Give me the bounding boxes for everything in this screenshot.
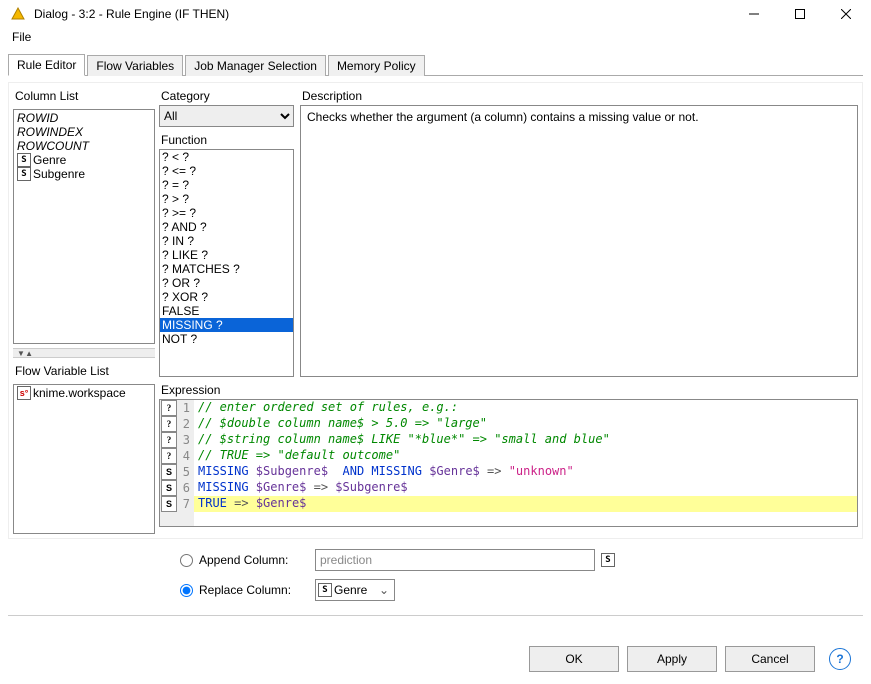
- append-column-radio[interactable]: [180, 554, 193, 567]
- titlebar: Dialog - 3:2 - Rule Engine (IF THEN): [0, 0, 871, 28]
- column-list[interactable]: ROWIDROWINDEXROWCOUNTS GenreS Subgenre: [13, 109, 155, 344]
- code-line[interactable]: MISSING $Subgenre$ AND MISSING $Genre$ =…: [194, 464, 857, 480]
- code-line[interactable]: TRUE => $Genre$: [194, 496, 857, 512]
- line-number: 3: [178, 433, 194, 447]
- list-item[interactable]: ? IN ?: [160, 234, 293, 248]
- list-item[interactable]: ? = ?: [160, 178, 293, 192]
- minimize-button[interactable]: [731, 0, 777, 28]
- button-bar: OK Apply Cancel ?: [0, 646, 871, 672]
- tab-memory-policy[interactable]: Memory Policy: [328, 55, 425, 76]
- replace-column-radio[interactable]: [180, 584, 193, 597]
- string-type-icon: S: [17, 167, 31, 181]
- window-title: Dialog - 3:2 - Rule Engine (IF THEN): [34, 7, 731, 21]
- expression-label: Expression: [159, 381, 858, 399]
- unknown-type-icon: ?: [161, 432, 177, 448]
- description-label: Description: [300, 87, 858, 105]
- tab-flow-variables[interactable]: Flow Variables: [87, 55, 183, 76]
- close-button[interactable]: [823, 0, 869, 28]
- list-item[interactable]: ROWID: [16, 111, 152, 125]
- list-item[interactable]: ? >= ?: [160, 206, 293, 220]
- list-item[interactable]: S Subgenre: [16, 167, 152, 181]
- list-item[interactable]: ? AND ?: [160, 220, 293, 234]
- menu-file[interactable]: File: [6, 28, 37, 46]
- line-number: 2: [178, 417, 194, 431]
- help-icon[interactable]: ?: [829, 648, 851, 670]
- code-line[interactable]: // $double column name$ > 5.0 => "large": [194, 416, 857, 432]
- function-label: Function: [159, 131, 294, 149]
- tab-job-manager-selection[interactable]: Job Manager Selection: [185, 55, 326, 76]
- description-box: Checks whether the argument (a column) c…: [300, 105, 858, 377]
- line-number: 1: [178, 401, 194, 415]
- line-number: 5: [178, 465, 194, 479]
- string-type-icon: S: [17, 153, 31, 167]
- list-item[interactable]: ROWINDEX: [16, 125, 152, 139]
- expression-editor[interactable]: ?1?2?3?4S5S6S7 // enter ordered set of r…: [159, 399, 858, 527]
- list-item[interactable]: ? OR ?: [160, 276, 293, 290]
- list-item[interactable]: ? LIKE ?: [160, 248, 293, 262]
- maximize-button[interactable]: [777, 0, 823, 28]
- ok-button[interactable]: OK: [529, 646, 619, 672]
- flow-variable-list[interactable]: s° knime.workspace: [13, 384, 155, 534]
- list-item[interactable]: FALSE: [160, 304, 293, 318]
- replace-column-label: Replace Column:: [199, 583, 309, 597]
- tab-bar: Rule EditorFlow VariablesJob Manager Sel…: [8, 54, 863, 76]
- code-line[interactable]: // enter ordered set of rules, e.g.:: [194, 400, 857, 416]
- string-type-icon: S: [318, 583, 332, 597]
- list-item[interactable]: NOT ?: [160, 332, 293, 346]
- line-number: 4: [178, 449, 194, 463]
- list-item[interactable]: ? > ?: [160, 192, 293, 206]
- append-column-label: Append Column:: [199, 553, 309, 567]
- cancel-button[interactable]: Cancel: [725, 646, 815, 672]
- list-item[interactable]: ? <= ?: [160, 164, 293, 178]
- replace-column-select[interactable]: S Genre ⌄: [315, 579, 395, 601]
- string-type-icon: S: [161, 496, 177, 512]
- collapse-handle[interactable]: ▼ ▲: [13, 348, 155, 358]
- apply-button[interactable]: Apply: [627, 646, 717, 672]
- code-line[interactable]: MISSING $Genre$ => $Subgenre$: [194, 480, 857, 496]
- string-var-icon: s°: [17, 386, 31, 400]
- chevron-down-icon: ⌄: [376, 583, 392, 597]
- list-item[interactable]: ? MATCHES ?: [160, 262, 293, 276]
- unknown-type-icon: ?: [161, 416, 177, 432]
- unknown-type-icon: ?: [161, 400, 177, 416]
- unknown-type-icon: ?: [161, 448, 177, 464]
- menubar: File: [0, 28, 871, 50]
- code-line[interactable]: // TRUE => "default outcome": [194, 448, 857, 464]
- list-item[interactable]: s° knime.workspace: [16, 386, 152, 400]
- flow-var-list-label: Flow Variable List: [13, 362, 155, 380]
- list-item[interactable]: ROWCOUNT: [16, 139, 152, 153]
- list-item[interactable]: ? XOR ?: [160, 290, 293, 304]
- list-item[interactable]: ? < ?: [160, 150, 293, 164]
- list-item[interactable]: MISSING ?: [160, 318, 293, 332]
- line-number: 7: [178, 497, 194, 511]
- list-item[interactable]: S Genre: [16, 153, 152, 167]
- column-list-label: Column List: [13, 87, 155, 105]
- description-text: Checks whether the argument (a column) c…: [307, 110, 699, 124]
- code-line[interactable]: // $string column name$ LIKE "*blue*" =>…: [194, 432, 857, 448]
- string-type-icon: S: [601, 553, 615, 567]
- string-type-icon: S: [161, 480, 177, 496]
- append-column-field: [315, 549, 595, 571]
- category-label: Category: [159, 87, 294, 105]
- category-select[interactable]: All: [159, 105, 294, 127]
- tab-rule-editor[interactable]: Rule Editor: [8, 54, 85, 76]
- line-number: 6: [178, 481, 194, 495]
- app-icon: [8, 4, 28, 24]
- function-list[interactable]: ? < ?? <= ?? = ?? > ?? >= ?? AND ?? IN ?…: [159, 149, 294, 377]
- string-type-icon: S: [161, 464, 177, 480]
- replace-column-value: Genre: [334, 583, 367, 597]
